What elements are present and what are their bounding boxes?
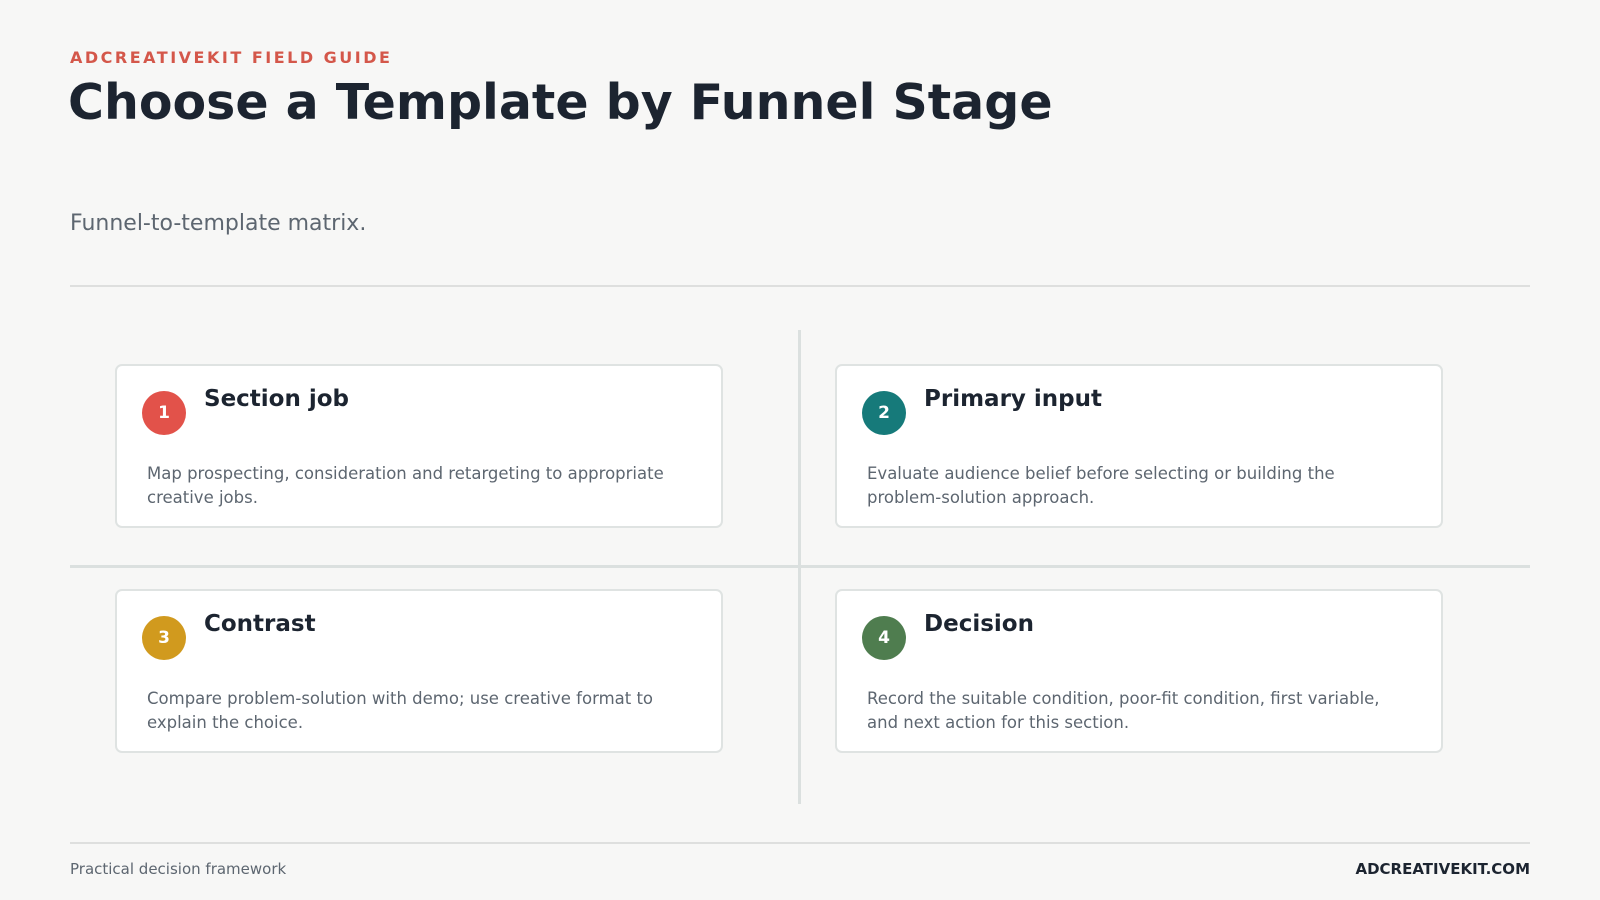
card-section-job: 1 Section job Map prospecting, considera… <box>115 364 723 528</box>
card-body: Map prospecting, consideration and retar… <box>147 464 664 507</box>
card-number-badge: 4 <box>862 616 906 660</box>
slide: ADCREATIVEKIT FIELD GUIDE Choose a Templ… <box>0 0 1600 900</box>
card-title: Primary input <box>924 386 1103 412</box>
card-contrast: 3 Contrast Compare problem-solution with… <box>115 589 723 753</box>
card-decision: 4 Decision Record the suitable condition… <box>835 589 1443 753</box>
eyebrow-label: ADCREATIVEKIT FIELD GUIDE <box>70 48 393 67</box>
card-body: Compare problem-solution with demo; use … <box>147 689 654 732</box>
card-title: Section job <box>204 386 350 412</box>
card-title: Contrast <box>204 611 316 637</box>
card-number-badge: 1 <box>142 391 186 435</box>
card-number-badge: 3 <box>142 616 186 660</box>
page-title: Choose a Template by Funnel Stage <box>68 74 1053 131</box>
card-title: Decision <box>924 611 1034 637</box>
card-number-badge: 2 <box>862 391 906 435</box>
card-body: Evaluate audience belief before selectin… <box>867 464 1335 507</box>
card-body: Record the suitable condition, poor-fit … <box>867 689 1380 732</box>
page-subtitle: Funnel-to-template matrix. <box>70 211 367 236</box>
card-primary-input: 2 Primary input Evaluate audience belief… <box>835 364 1443 528</box>
footer-site-link[interactable]: ADCREATIVEKIT.COM <box>1355 860 1530 878</box>
footer-tagline: Practical decision framework <box>70 860 287 878</box>
top-divider <box>70 285 1530 287</box>
bottom-divider <box>70 842 1530 844</box>
matrix-vertical-axis <box>798 330 801 804</box>
